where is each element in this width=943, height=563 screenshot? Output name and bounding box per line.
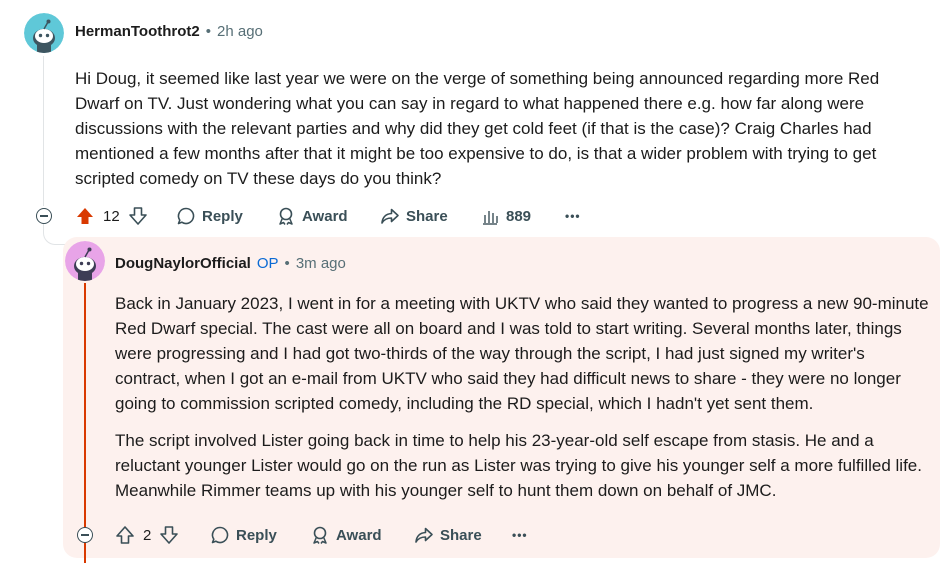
more-icon: •••	[565, 209, 581, 223]
share-label: Share	[440, 526, 482, 544]
vote-count: 12	[103, 207, 120, 225]
collapse-button[interactable]	[36, 208, 52, 224]
comment-bubble-icon	[211, 526, 229, 544]
reply-label: Reply	[236, 526, 277, 544]
thread-elbow	[43, 224, 66, 245]
more-options-button[interactable]: •••	[565, 205, 581, 227]
downvote-icon[interactable]	[128, 206, 148, 226]
collapse-button[interactable]	[77, 527, 93, 543]
avatar[interactable]	[65, 241, 105, 281]
award-label: Award	[302, 207, 348, 225]
more-options-button[interactable]: •••	[512, 524, 528, 546]
comment-bubble-icon	[177, 207, 195, 225]
thread-line	[43, 56, 44, 206]
timestamp[interactable]: 3m ago	[296, 255, 346, 272]
username[interactable]: DougNaylorOfficial	[115, 255, 251, 272]
avatar[interactable]	[24, 13, 64, 53]
comment-body: Hi Doug, it seemed like last year we wer…	[75, 66, 925, 191]
comment-paragraph: The script involved Lister going back in…	[115, 431, 922, 500]
snoo-avatar-icon	[65, 241, 105, 281]
insights-button[interactable]: 889	[480, 205, 531, 227]
op-badge: OP	[256, 255, 279, 272]
thread-line-highlight	[84, 283, 86, 563]
separator-dot: •	[284, 255, 290, 272]
bar-chart-icon	[483, 211, 498, 225]
reply-label: Reply	[202, 207, 243, 225]
comment-body: Back in January 2023, I went in for a me…	[115, 291, 930, 503]
separator-dot: •	[205, 23, 211, 40]
share-icon	[381, 208, 399, 224]
upvote-icon[interactable]	[115, 525, 135, 545]
comment-paragraph: Back in January 2023, I went in for a me…	[115, 294, 929, 413]
snoo-avatar-icon	[24, 13, 64, 53]
comment-header: HermanToothrot2 • 2h ago	[75, 23, 263, 40]
award-button[interactable]: Award	[310, 524, 382, 546]
vote-group: 2	[115, 524, 179, 546]
comment-text: Hi Doug, it seemed like last year we wer…	[75, 69, 880, 188]
comment-header: DougNaylorOfficial OP • 3m ago	[115, 255, 346, 272]
username[interactable]: HermanToothrot2	[75, 23, 200, 40]
downvote-icon[interactable]	[159, 525, 179, 545]
award-icon	[279, 207, 293, 225]
share-button[interactable]: Share	[380, 205, 448, 227]
award-button[interactable]: Award	[276, 205, 348, 227]
more-icon: •••	[512, 528, 528, 542]
share-label: Share	[406, 207, 448, 225]
vote-count: 2	[143, 526, 152, 544]
share-icon	[415, 527, 433, 543]
vote-group: 12	[75, 205, 148, 227]
view-count: 889	[506, 207, 532, 225]
award-icon	[313, 526, 327, 544]
timestamp[interactable]: 2h ago	[217, 23, 263, 40]
award-label: Award	[336, 526, 382, 544]
reply-button[interactable]: Reply	[210, 524, 277, 546]
reply-button[interactable]: Reply	[176, 205, 243, 227]
share-button[interactable]: Share	[414, 524, 482, 546]
upvote-icon[interactable]	[75, 206, 95, 226]
